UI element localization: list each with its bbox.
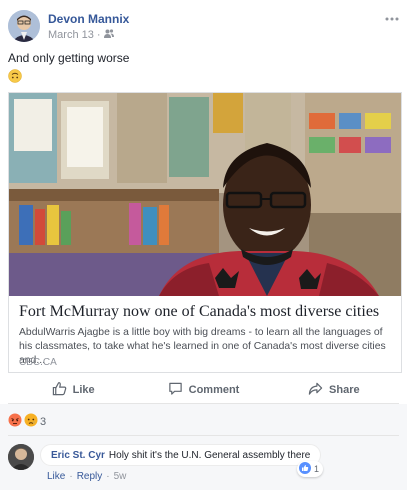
like-button[interactable]: Like	[8, 376, 138, 403]
comment-button[interactable]: Comment	[138, 376, 268, 403]
more-options-icon[interactable]	[385, 8, 399, 24]
comment-bubble: Eric St. Cyr Holy shit it's the U.N. Gen…	[40, 444, 322, 466]
commenter-avatar[interactable]	[8, 444, 34, 470]
share-arrow-icon	[308, 381, 323, 399]
reactions-summary[interactable]: 3	[8, 413, 46, 430]
post-meta: March 13 ·	[48, 29, 114, 41]
comment-timestamp[interactable]: 5w	[114, 471, 127, 482]
like-reaction-icon	[299, 462, 311, 476]
author-name[interactable]: Devon Mannix	[48, 12, 129, 26]
comments-section: 3 Eric St. Cyr Holy shit it's the U.N. G…	[0, 404, 407, 490]
post-text: And only getting worse	[8, 51, 130, 65]
angry-reaction-icon	[8, 413, 22, 430]
comment-text: Holy shit it's the U.N. General assembly…	[108, 449, 311, 461]
link-preview-card[interactable]: Fort McMurray now one of Canada's most d…	[8, 92, 402, 373]
sad-reaction-icon	[24, 413, 38, 430]
comment-reply-link[interactable]: Reply	[77, 471, 103, 482]
post-date[interactable]: March 13	[48, 29, 94, 41]
post-header: Devon Mannix March 13 ·	[8, 8, 399, 44]
thumbs-up-icon	[52, 381, 67, 399]
comment-actions: Like · Reply · 5w	[47, 471, 126, 482]
link-title[interactable]: Fort McMurray now one of Canada's most d…	[19, 303, 379, 321]
comment-like-count[interactable]: 1	[297, 461, 324, 477]
separator-dot: ·	[106, 471, 110, 482]
comment-like-link[interactable]: Like	[47, 471, 65, 482]
meta-separator: ·	[96, 29, 101, 41]
comment-label: Comment	[188, 383, 240, 396]
separator-dot: ·	[69, 471, 73, 482]
share-button[interactable]: Share	[269, 376, 399, 403]
comment-bubble-icon	[168, 381, 183, 399]
share-label: Share	[329, 383, 360, 396]
reaction-count: 3	[40, 415, 47, 428]
friends-icon[interactable]	[103, 29, 114, 41]
comment-likes-number: 1	[314, 464, 320, 474]
post-action-bar: Like Comment Share	[8, 376, 399, 404]
link-source: CBC.CA	[19, 357, 57, 368]
upside-down-face-emoji	[8, 69, 22, 83]
link-preview-image[interactable]	[9, 93, 401, 296]
reactions-divider	[8, 435, 399, 436]
commenter-name[interactable]: Eric St. Cyr	[51, 450, 105, 461]
like-label: Like	[72, 383, 95, 396]
facebook-post: Devon Mannix March 13 · And only getting…	[0, 0, 407, 490]
link-description: AbdulWarris Ajagbe is a little boy with …	[19, 327, 386, 366]
author-avatar[interactable]	[8, 10, 40, 42]
